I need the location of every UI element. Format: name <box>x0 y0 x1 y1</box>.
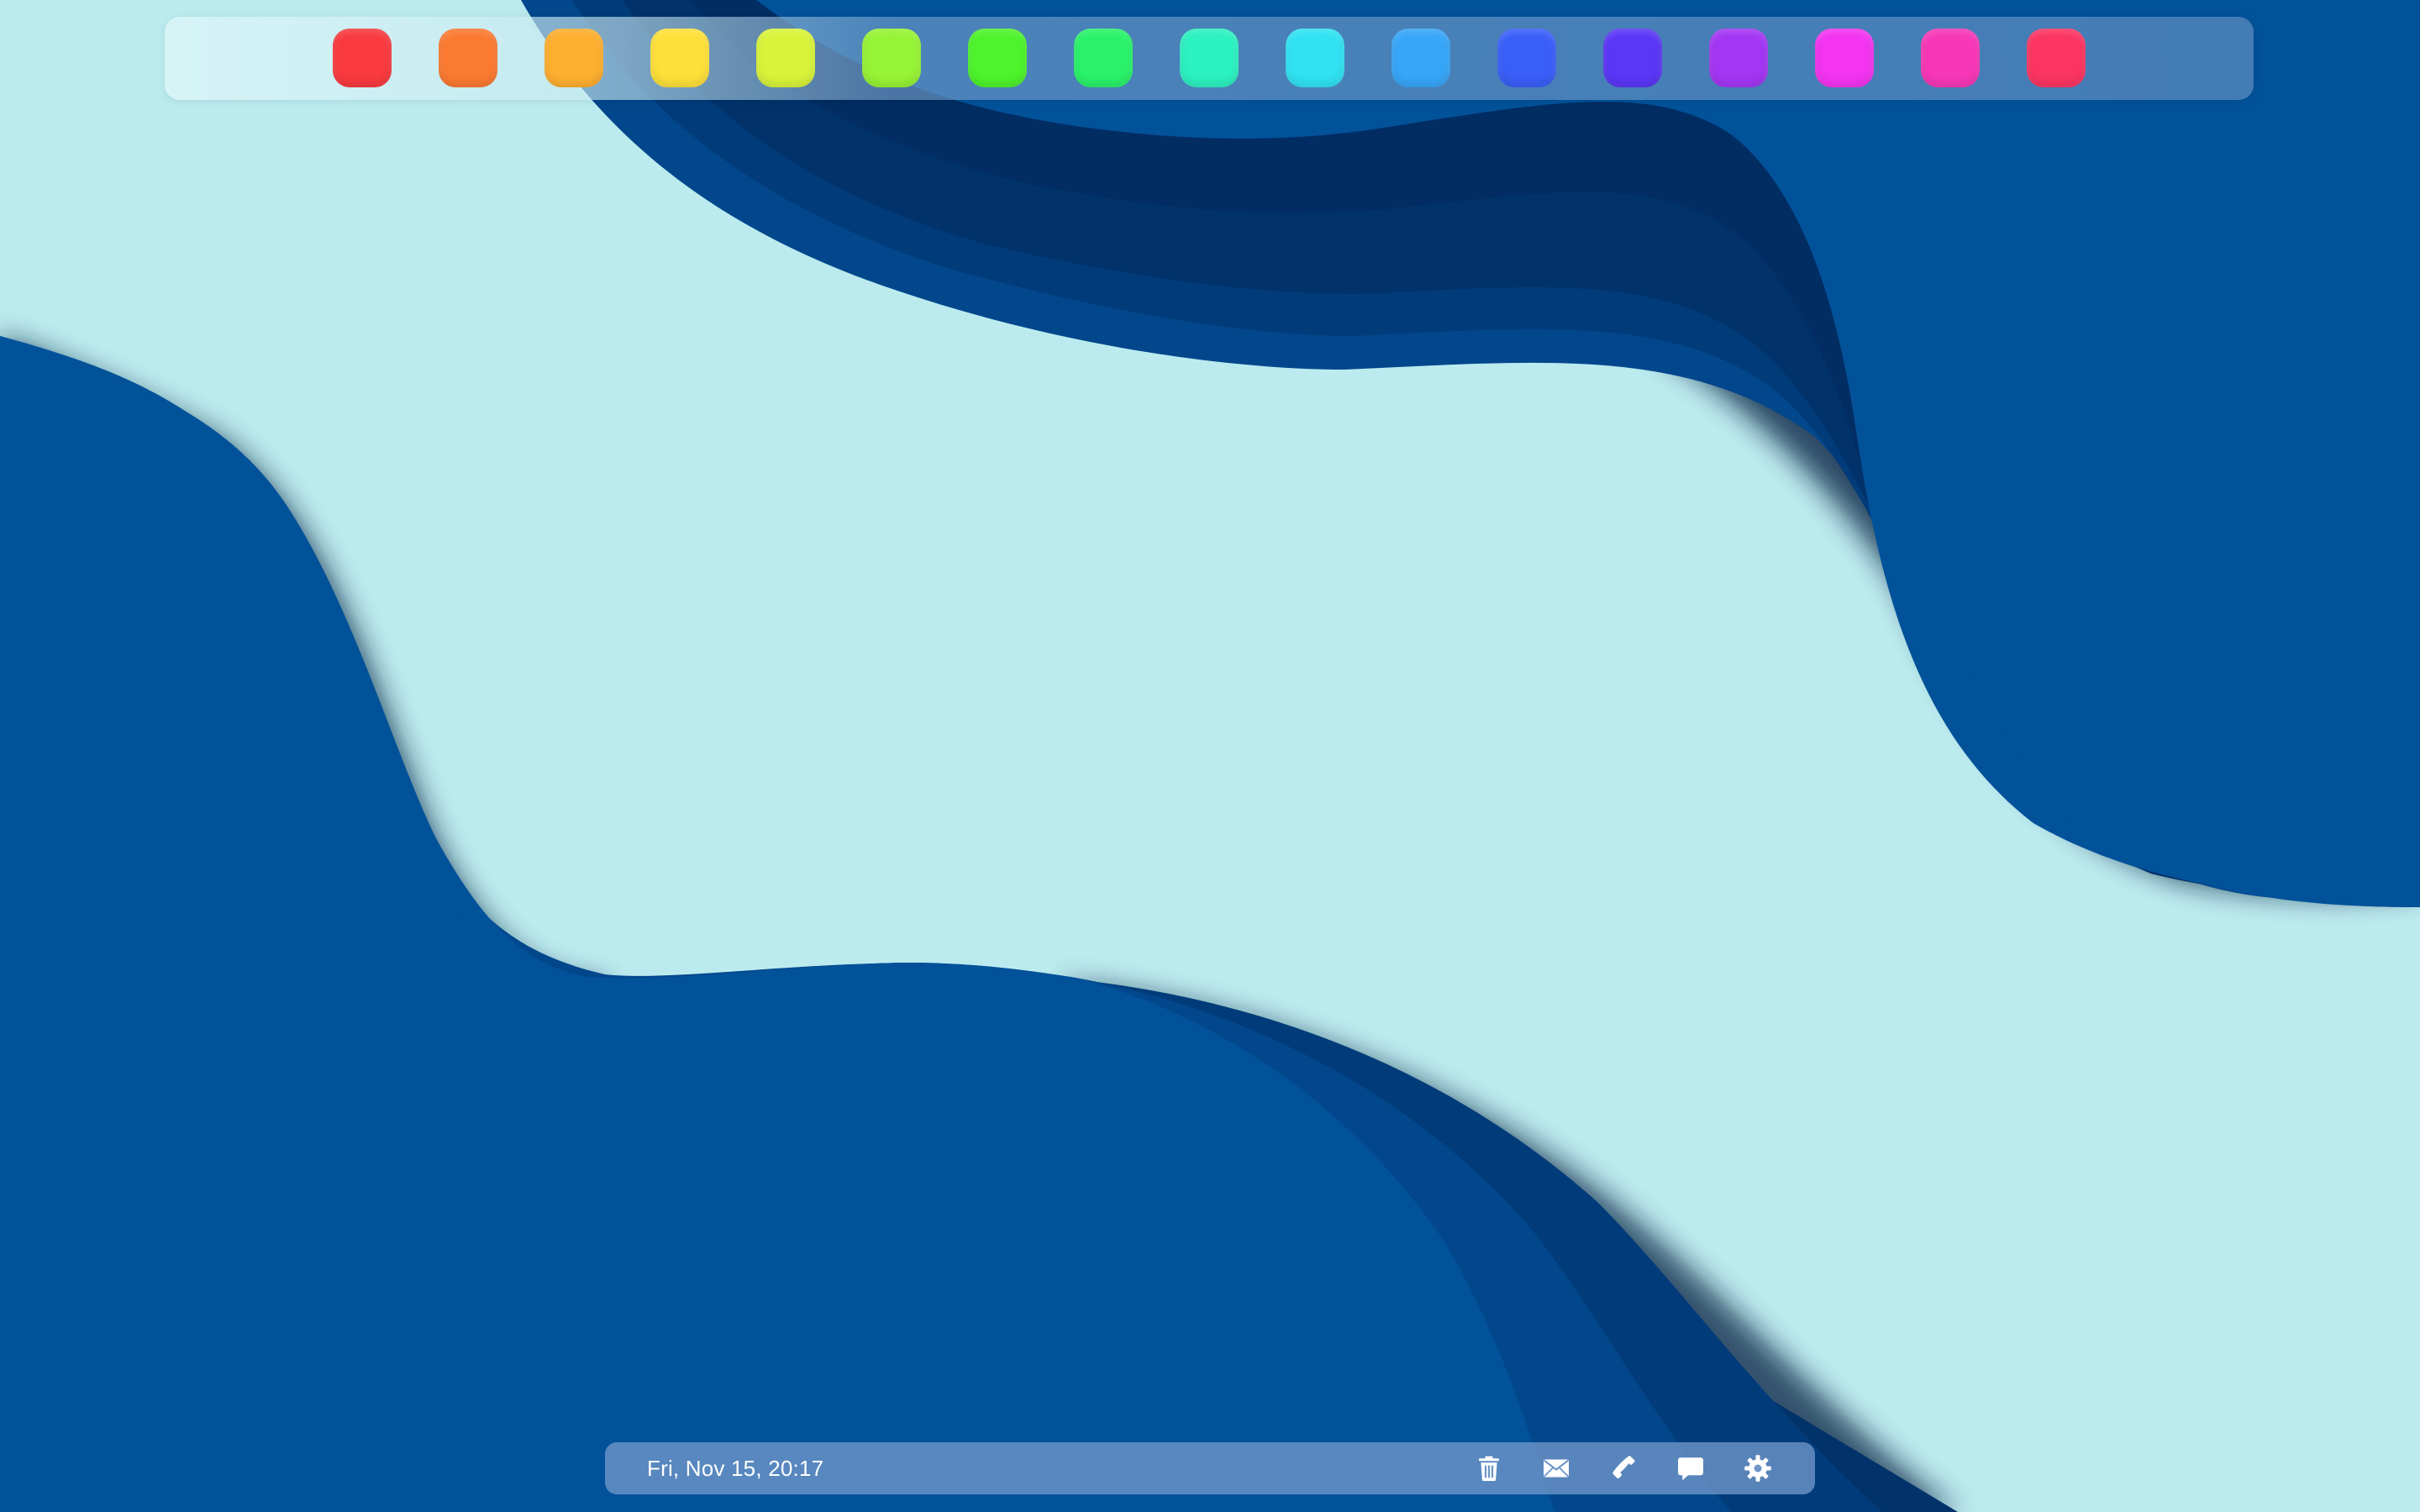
chat-icon[interactable] <box>1676 1453 1706 1483</box>
app-crimson-icon[interactable] <box>2027 29 2086 87</box>
app-spring-green-icon[interactable] <box>1074 29 1133 87</box>
app-aquamarine-icon[interactable] <box>1180 29 1239 87</box>
app-red-icon[interactable] <box>333 29 392 87</box>
wave-wallpaper <box>0 0 2420 1512</box>
app-pink-icon[interactable] <box>1921 29 1980 87</box>
app-green-icon[interactable] <box>968 29 1027 87</box>
trash-icon[interactable] <box>1474 1453 1504 1483</box>
app-cyan-icon[interactable] <box>1286 29 1344 87</box>
settings-gear-icon[interactable] <box>1743 1453 1773 1483</box>
desktop: Fri, Nov 15, 20:17 <box>0 0 2420 1512</box>
app-amber-icon[interactable] <box>544 29 603 87</box>
app-blue-icon[interactable] <box>1497 29 1556 87</box>
app-orange-icon[interactable] <box>439 29 497 87</box>
bottom-taskbar: Fri, Nov 15, 20:17 <box>605 1442 1815 1494</box>
date-time-display: Fri, Nov 15, 20:17 <box>647 1456 824 1481</box>
app-sky-blue-icon[interactable] <box>1392 29 1450 87</box>
app-yellow-green-icon[interactable] <box>862 29 921 87</box>
app-lime-icon[interactable] <box>756 29 815 87</box>
app-purple-icon[interactable] <box>1709 29 1768 87</box>
app-yellow-icon[interactable] <box>650 29 709 87</box>
top-app-dock <box>165 17 2254 100</box>
app-indigo-icon[interactable] <box>1603 29 1662 87</box>
app-magenta-icon[interactable] <box>1815 29 1874 87</box>
mail-icon[interactable] <box>1541 1453 1571 1483</box>
phone-icon[interactable] <box>1608 1453 1639 1483</box>
